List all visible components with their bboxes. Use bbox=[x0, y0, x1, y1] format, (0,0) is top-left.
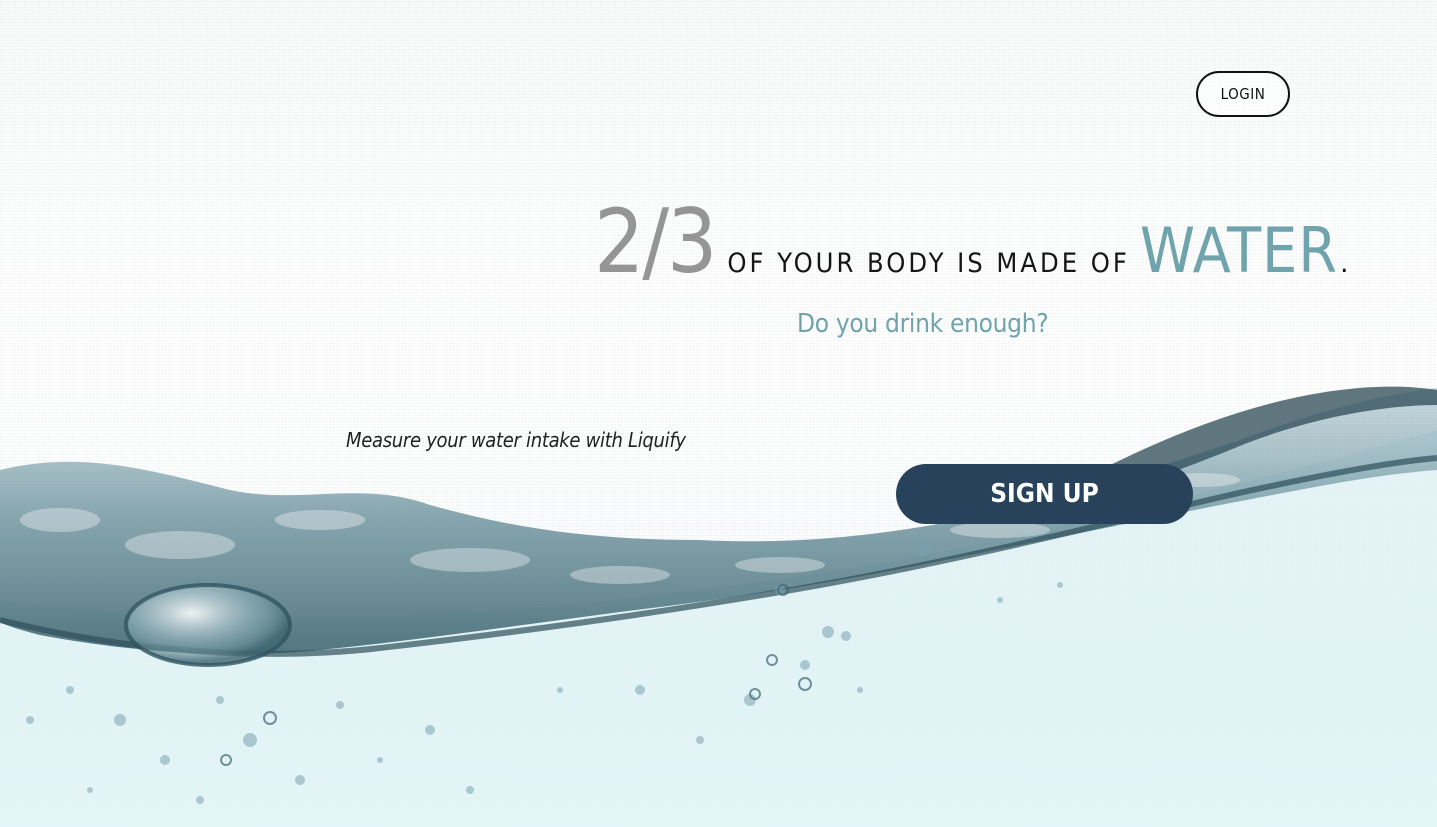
landing-page: LOGIN 2/3 OF YOUR BODY IS MADE OF WATER … bbox=[0, 0, 1437, 827]
hero-subheadline: Do you drink enough? bbox=[797, 309, 1049, 339]
hero-middle-text: OF YOUR BODY IS MADE OF bbox=[727, 248, 1130, 279]
hero-period: . bbox=[1340, 248, 1349, 279]
hero-tagline: Measure your water intake with Liquify bbox=[346, 428, 686, 452]
hero-fraction: 2/3 bbox=[594, 190, 717, 293]
hero-highlight-word: WATER bbox=[1139, 214, 1339, 287]
water-splash-background bbox=[0, 386, 1437, 827]
signup-button[interactable]: SIGN UP bbox=[896, 464, 1193, 524]
login-button[interactable]: LOGIN bbox=[1196, 71, 1290, 117]
hero-headline: 2/3 OF YOUR BODY IS MADE OF WATER . bbox=[594, 190, 1349, 293]
